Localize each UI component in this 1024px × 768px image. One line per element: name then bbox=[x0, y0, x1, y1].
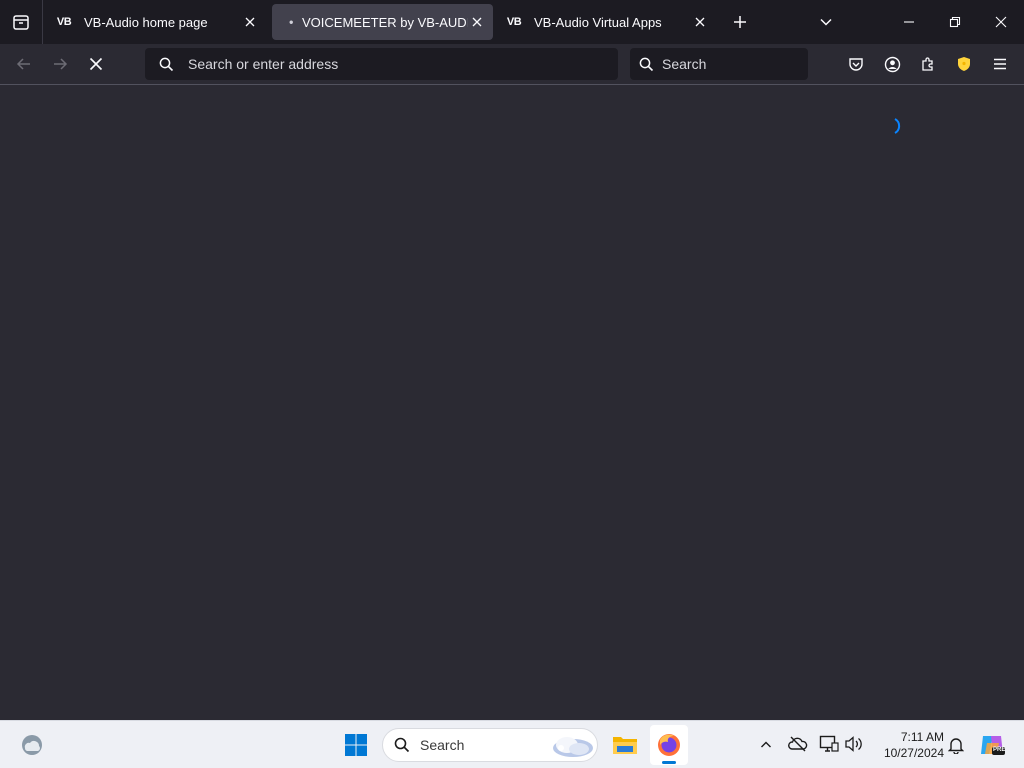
copilot-pre-badge: PRE bbox=[993, 747, 1006, 753]
loading-dot-icon: • bbox=[289, 15, 293, 29]
search-bar[interactable]: Search bbox=[630, 48, 808, 80]
close-window-button[interactable] bbox=[978, 0, 1024, 44]
copilot-button[interactable]: PRE bbox=[978, 731, 1006, 759]
plus-icon bbox=[734, 16, 746, 28]
tab-strip-divider bbox=[42, 0, 43, 44]
close-tab-icon[interactable] bbox=[469, 14, 485, 30]
tab-strip: VB VB-Audio home page • VOICEMEETER by V… bbox=[0, 0, 1024, 44]
network-button[interactable] bbox=[818, 733, 840, 755]
address-placeholder: Search or enter address bbox=[188, 56, 339, 72]
pocket-button[interactable] bbox=[844, 52, 868, 76]
list-all-tabs-button[interactable] bbox=[814, 0, 838, 44]
weather-cloud-icon bbox=[22, 735, 42, 755]
back-button[interactable] bbox=[12, 52, 36, 76]
firefox-view-button[interactable] bbox=[8, 0, 34, 44]
cloud-offline-icon bbox=[788, 736, 808, 752]
search-placeholder: Search bbox=[662, 56, 707, 72]
tab-vb-audio-home[interactable]: VB VB-Audio home page bbox=[48, 4, 268, 40]
navigation-toolbar: Search or enter address Search bbox=[0, 44, 1024, 85]
minimize-icon bbox=[904, 21, 914, 23]
close-icon bbox=[995, 16, 1007, 28]
shield-icon bbox=[958, 57, 970, 71]
vb-audio-favicon: VB bbox=[506, 16, 522, 28]
pocket-icon bbox=[849, 58, 863, 71]
chevron-down-icon bbox=[820, 18, 832, 26]
file-explorer-taskbar-button[interactable] bbox=[610, 729, 640, 761]
firefox-view-icon bbox=[13, 15, 29, 30]
account-icon bbox=[884, 56, 900, 72]
windows-logo-icon bbox=[345, 734, 367, 756]
weather-widget[interactable] bbox=[18, 731, 46, 759]
clock-date: 10/27/2024 bbox=[883, 746, 944, 760]
bell-icon bbox=[948, 738, 964, 754]
tab-title: VB-Audio Virtual Apps bbox=[534, 14, 662, 30]
minimize-button[interactable] bbox=[886, 0, 932, 44]
network-monitor-icon bbox=[819, 735, 839, 752]
stop-icon bbox=[89, 57, 103, 71]
restore-icon bbox=[949, 16, 961, 28]
page-content bbox=[0, 85, 1024, 720]
forward-button[interactable] bbox=[48, 52, 72, 76]
notifications-button[interactable] bbox=[946, 734, 966, 756]
vpn-extension-button[interactable] bbox=[952, 52, 976, 76]
close-tab-icon[interactable] bbox=[242, 14, 258, 30]
taskbar-search-placeholder: Search bbox=[420, 737, 465, 753]
search-highlight-clouds-icon bbox=[553, 737, 593, 757]
search-icon bbox=[639, 57, 654, 71]
show-hidden-icons-button[interactable] bbox=[756, 735, 776, 755]
tab-title: VOICEMEETER by VB-AUDIO – T bbox=[302, 14, 468, 30]
active-app-indicator bbox=[662, 761, 676, 764]
firefox-taskbar-button[interactable] bbox=[650, 725, 688, 765]
new-tab-button[interactable] bbox=[728, 0, 752, 44]
app-menu-button[interactable] bbox=[988, 52, 1012, 76]
arrow-left-icon bbox=[16, 58, 30, 70]
stop-loading-button[interactable] bbox=[84, 52, 108, 76]
firefox-icon bbox=[658, 734, 680, 756]
copilot-icon bbox=[981, 736, 1005, 755]
close-tab-icon[interactable] bbox=[692, 14, 708, 30]
taskbar-search-box[interactable]: Search bbox=[382, 728, 598, 762]
loading-spinner-icon bbox=[894, 118, 901, 134]
account-button[interactable] bbox=[880, 52, 904, 76]
puzzle-piece-icon bbox=[922, 57, 933, 71]
search-icon bbox=[159, 57, 174, 71]
tab-voicemeeter[interactable]: • VOICEMEETER by VB-AUDIO – T bbox=[272, 4, 493, 40]
extensions-button[interactable] bbox=[916, 52, 940, 76]
hamburger-menu-icon bbox=[994, 58, 1006, 70]
clock-time: 7:11 AM bbox=[900, 730, 944, 744]
restore-button[interactable] bbox=[932, 0, 978, 44]
start-button[interactable] bbox=[342, 731, 370, 759]
tab-vb-audio-virtual-apps[interactable]: VB VB-Audio Virtual Apps bbox=[498, 4, 718, 40]
arrow-right-icon bbox=[54, 58, 68, 70]
tab-title: VB-Audio home page bbox=[84, 14, 208, 30]
address-bar[interactable]: Search or enter address bbox=[145, 48, 618, 80]
onedrive-button[interactable] bbox=[787, 733, 809, 755]
search-icon bbox=[394, 737, 410, 753]
vb-audio-favicon: VB bbox=[56, 16, 72, 28]
volume-button[interactable] bbox=[843, 733, 865, 755]
chevron-up-icon bbox=[761, 741, 771, 748]
windows-taskbar: Search 7:11 AM 10/27/2024 PRE bbox=[0, 720, 1024, 768]
folder-icon bbox=[613, 737, 637, 754]
speaker-icon bbox=[845, 736, 862, 752]
taskbar-clock[interactable]: 7:11 AM 10/27/2024 bbox=[876, 729, 944, 761]
